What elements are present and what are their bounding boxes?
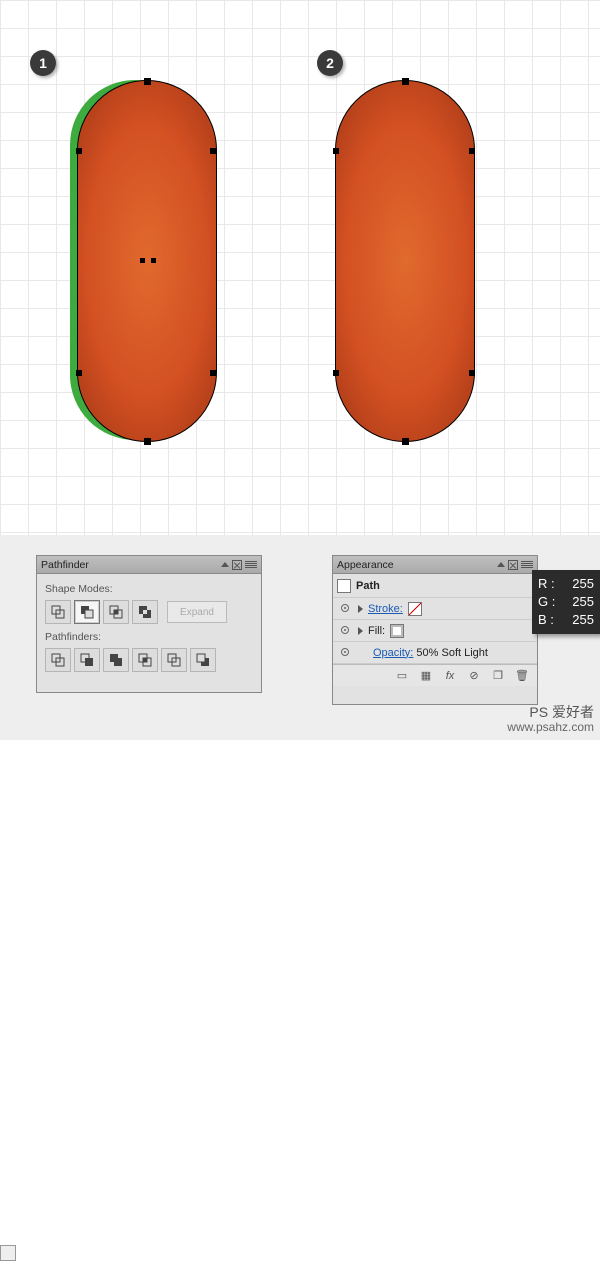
appearance-opacity-row[interactable]: Opacity: 50% Soft Light [333,642,537,664]
appearance-panel: Appearance Path Stroke: Fill: [332,555,538,705]
fill-label: Fill: [368,625,385,637]
anchor-point[interactable] [210,148,216,154]
fx-icon[interactable]: fx [441,668,459,684]
expand-button[interactable]: Expand [167,601,227,623]
appearance-object-row[interactable]: Path [333,574,537,598]
step-badge-2: 2 [317,50,343,76]
watermark-line1: PS 爱好者 [507,705,594,720]
mode-exclude[interactable] [132,600,158,624]
visibility-icon[interactable] [337,603,353,615]
panel-title: Appearance [337,559,394,571]
close-icon[interactable] [232,560,242,570]
anchor-point[interactable] [469,370,475,376]
clear-appearance-icon[interactable]: ⊘ [465,668,483,684]
pathfinders-row [45,648,253,672]
b-label: B : [538,611,554,629]
visibility-icon[interactable] [337,647,353,659]
pf-minus-back[interactable] [190,648,216,672]
layer-icon[interactable]: ▦ [417,668,435,684]
pathfinder-panel: Pathfinder Shape Modes: Expand Pathfinde… [36,555,262,693]
fill-swatch[interactable] [390,624,404,638]
panel-title: Pathfinder [41,559,89,571]
close-icon[interactable] [508,560,518,570]
disclosure-icon[interactable] [358,605,363,613]
appearance-body: Path Stroke: Fill: Opacity: 50% Soft Lig… [333,574,537,686]
r-value: 255 [572,575,594,593]
appearance-footer: ▭ ▦ fx ⊘ ❐ 🗑 [333,664,537,686]
step-badge-1: 1 [30,50,56,76]
appearance-fill-row[interactable]: Fill: [333,620,537,642]
mode-minus-front[interactable] [74,600,100,624]
g-label: G : [538,593,555,611]
center-indicator [140,258,156,263]
panel-header[interactable]: Pathfinder [37,556,261,574]
anchor-point[interactable] [210,370,216,376]
anchor-point[interactable] [469,148,475,154]
artboard-grid: 1 2 [0,0,600,535]
shape-modes-label: Shape Modes: [45,583,253,595]
duplicate-icon[interactable]: ❐ [489,668,507,684]
pf-merge[interactable] [103,648,129,672]
object-name: Path [356,580,380,592]
opacity-link[interactable]: Opacity: [373,647,413,659]
collapse-icon[interactable] [221,562,229,567]
stroke-link[interactable]: Stroke: [368,603,403,615]
object-thumb [337,579,351,593]
g-value: 255 [572,593,594,611]
anchor-point[interactable] [76,370,82,376]
disclosure-icon[interactable] [358,627,363,635]
panel-header[interactable]: Appearance [333,556,537,574]
watermark: PS 爱好者 www.psahz.com [507,705,594,735]
anchor-point[interactable] [333,148,339,154]
shape-modes-row: Expand [45,600,253,624]
anchor-point[interactable] [333,370,339,376]
appearance-stroke-row[interactable]: Stroke: [333,598,537,620]
watermark-line2: www.psahz.com [507,720,594,735]
pf-divide[interactable] [45,648,71,672]
anchor-point[interactable] [144,438,151,445]
rgb-readout: R : 255 G : 255 B : 255 [532,570,600,634]
left-footer-square [0,1245,16,1261]
opacity-value: 50% Soft Light [416,647,488,659]
pf-crop[interactable] [132,648,158,672]
mode-intersect[interactable] [103,600,129,624]
pf-outline[interactable] [161,648,187,672]
anchor-point[interactable] [402,438,409,445]
anchor-point[interactable] [76,148,82,154]
r-label: R : [538,575,555,593]
stroke-swatch[interactable] [408,602,422,616]
anchor-point[interactable] [144,78,151,85]
new-art-icon[interactable]: ▭ [393,668,411,684]
pathfinders-label: Pathfinders: [45,631,253,643]
pf-trim[interactable] [74,648,100,672]
collapse-icon[interactable] [497,562,505,567]
trash-icon[interactable]: 🗑 [513,668,531,684]
anchor-point[interactable] [402,78,409,85]
b-value: 255 [572,611,594,629]
flyout-menu-icon[interactable] [521,561,533,568]
mode-unite[interactable] [45,600,71,624]
flyout-menu-icon[interactable] [245,561,257,568]
shape-orange-right[interactable] [335,80,475,442]
visibility-icon[interactable] [337,625,353,637]
